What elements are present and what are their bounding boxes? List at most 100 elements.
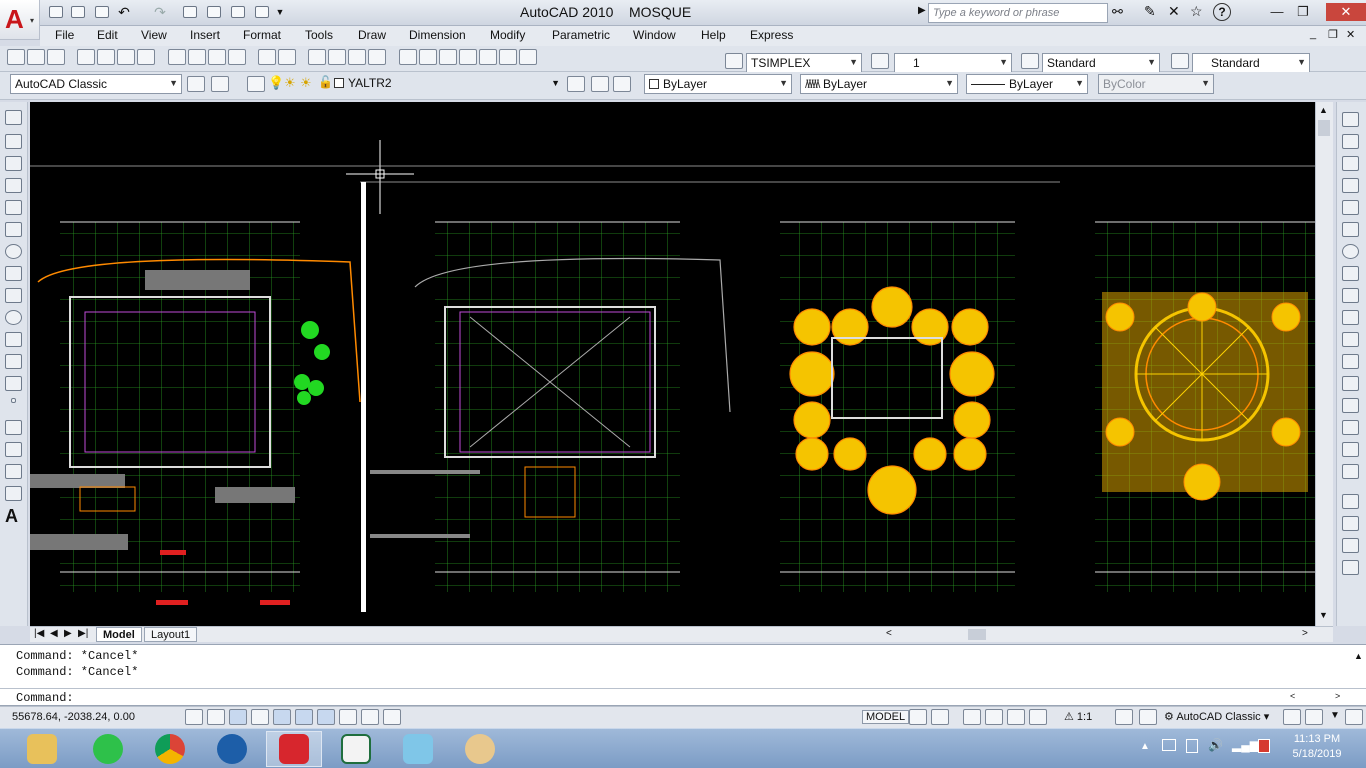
table-style-select[interactable]: Standard ▼ bbox=[1192, 53, 1310, 73]
layer-on-icon[interactable]: 💡 bbox=[268, 75, 284, 91]
rectangle-icon[interactable] bbox=[5, 200, 22, 215]
array-icon[interactable] bbox=[1342, 200, 1359, 215]
toolbar-lock-icon[interactable] bbox=[1283, 709, 1301, 725]
first-tab-icon[interactable]: |◀ bbox=[34, 628, 44, 639]
scale-icon[interactable] bbox=[1342, 266, 1359, 281]
polygon-icon[interactable] bbox=[5, 178, 22, 193]
next-tab-icon[interactable]: ▶ bbox=[64, 628, 72, 639]
multiline-text-icon[interactable]: A bbox=[5, 506, 18, 527]
table-icon[interactable] bbox=[5, 486, 22, 501]
save-icon[interactable] bbox=[47, 49, 65, 65]
zoom-window-icon[interactable] bbox=[348, 49, 367, 65]
dim-style-icon[interactable] bbox=[871, 53, 889, 69]
doc-restore-button[interactable]: ❐ bbox=[1328, 28, 1338, 41]
taskbar-paint[interactable] bbox=[452, 731, 508, 767]
tray-network-icon[interactable]: ▂▄▆ bbox=[1232, 738, 1259, 752]
quickcalc-icon[interactable] bbox=[498, 49, 517, 65]
application-menu-button[interactable]: A ▾ bbox=[0, 0, 40, 40]
menu-express[interactable]: Express bbox=[750, 28, 793, 42]
favorites-star-icon[interactable]: ☆ bbox=[1190, 3, 1203, 20]
restore-button[interactable]: ❐ bbox=[1290, 3, 1316, 21]
showmotion-icon[interactable] bbox=[1029, 709, 1047, 725]
line-icon[interactable] bbox=[5, 110, 22, 125]
chamfer-icon[interactable] bbox=[1342, 420, 1359, 435]
text-style-select[interactable]: TSIMPLEX ▼ bbox=[746, 53, 862, 73]
arc-icon[interactable] bbox=[5, 222, 22, 237]
hscroll-right-icon[interactable]: > bbox=[1302, 628, 1308, 639]
menu-tools[interactable]: Tools bbox=[305, 28, 333, 42]
taskbar-line[interactable] bbox=[80, 731, 136, 767]
annotation-visibility-icon[interactable] bbox=[1115, 709, 1133, 725]
command-prompt[interactable]: Command: bbox=[16, 691, 74, 705]
qnew-icon[interactable] bbox=[7, 49, 25, 65]
menu-dimension[interactable]: Dimension bbox=[409, 28, 466, 42]
quick-properties-icon[interactable] bbox=[383, 709, 401, 725]
taskbar-media[interactable] bbox=[204, 731, 260, 767]
open-icon[interactable] bbox=[68, 3, 88, 21]
vertical-scrollbar[interactable]: ▲ ▼ bbox=[1315, 102, 1333, 626]
revision-cloud-icon[interactable] bbox=[5, 266, 22, 281]
text-style-icon[interactable] bbox=[725, 53, 743, 69]
make-object-layer-current-icon[interactable] bbox=[567, 76, 585, 92]
search-expand-icon[interactable]: ▶ bbox=[918, 5, 926, 16]
layer-states-icon[interactable] bbox=[613, 76, 631, 92]
trim-icon[interactable] bbox=[1342, 310, 1359, 325]
preview-icon[interactable] bbox=[97, 49, 116, 65]
spline-icon[interactable] bbox=[5, 288, 22, 303]
taskbar-file-explorer[interactable] bbox=[14, 731, 70, 767]
auto-scale-icon[interactable] bbox=[1139, 709, 1157, 725]
subscription-icon[interactable]: ✕ bbox=[1168, 3, 1180, 20]
menu-parametric[interactable]: Parametric bbox=[552, 28, 610, 42]
plot-icon[interactable] bbox=[180, 3, 200, 21]
tray-monitor-icon[interactable] bbox=[1162, 739, 1176, 751]
plot-icon[interactable] bbox=[77, 49, 96, 65]
help-icon[interactable]: ? bbox=[1213, 3, 1231, 21]
markup-icon[interactable] bbox=[478, 49, 497, 65]
publish-icon[interactable] bbox=[204, 3, 224, 21]
last-tab-icon[interactable]: ▶| bbox=[78, 628, 88, 639]
grid-display-icon[interactable] bbox=[207, 709, 225, 725]
layer-viewport-freeze-icon[interactable]: ☀ bbox=[300, 75, 312, 91]
ortho-mode-icon[interactable] bbox=[229, 709, 247, 725]
menu-insert[interactable]: Insert bbox=[190, 28, 220, 42]
clean-screen-icon[interactable] bbox=[1345, 709, 1363, 725]
linetype-select[interactable]: /\/\/\/\/\ ByLayer ▼ bbox=[800, 74, 958, 94]
move-icon[interactable] bbox=[1342, 222, 1359, 237]
layer-previous-icon[interactable] bbox=[591, 76, 609, 92]
publish-icon[interactable] bbox=[117, 49, 136, 65]
workspace-select[interactable]: AutoCAD Classic ▼ bbox=[10, 74, 182, 94]
mirror-icon[interactable] bbox=[1342, 156, 1359, 171]
polar-tracking-icon[interactable] bbox=[251, 709, 269, 725]
layer-freeze-icon[interactable]: ☀ bbox=[284, 75, 296, 91]
cut-icon[interactable] bbox=[167, 49, 186, 65]
dynamic-ucs-icon[interactable] bbox=[317, 709, 335, 725]
design-center-icon[interactable] bbox=[418, 49, 437, 65]
model-space-toggle[interactable]: MODEL bbox=[862, 710, 910, 724]
break-icon[interactable] bbox=[1342, 376, 1359, 391]
steering-wheel-icon[interactable] bbox=[1007, 709, 1025, 725]
menu-format[interactable]: Format bbox=[243, 28, 281, 42]
gradient-icon[interactable] bbox=[5, 442, 22, 457]
tray-volume-icon[interactable]: 🔊 bbox=[1208, 738, 1223, 752]
status-menu-icon[interactable]: ▼ bbox=[1330, 710, 1340, 721]
copy-icon[interactable] bbox=[187, 49, 206, 65]
draworder-icon[interactable] bbox=[1342, 494, 1359, 509]
workspace-settings-icon[interactable] bbox=[187, 76, 205, 92]
taskbar-autocad[interactable] bbox=[266, 731, 322, 767]
snap-mode-icon[interactable] bbox=[185, 709, 203, 725]
customize-icon[interactable] bbox=[211, 76, 229, 92]
drawing-canvas[interactable] bbox=[30, 102, 1315, 626]
properties-icon[interactable] bbox=[398, 49, 417, 65]
layer-select[interactable]: YALTR2 ▼ bbox=[348, 76, 562, 94]
tray-expand-icon[interactable]: ▲ bbox=[1140, 741, 1150, 752]
object-snap-icon[interactable] bbox=[273, 709, 291, 725]
new-icon[interactable] bbox=[46, 3, 66, 21]
cmd-scroll-up-icon[interactable]: ▲ bbox=[1354, 651, 1363, 661]
cmd-hscroll-left-icon[interactable]: < bbox=[1290, 691, 1295, 701]
menu-window[interactable]: Window bbox=[633, 28, 676, 42]
taskbar-chrome[interactable] bbox=[142, 731, 198, 767]
menu-file[interactable]: File bbox=[55, 28, 74, 42]
dimension-style-icon[interactable] bbox=[1021, 53, 1039, 69]
tool-c-icon[interactable] bbox=[1342, 560, 1359, 575]
sheet-set-icon[interactable] bbox=[458, 49, 477, 65]
